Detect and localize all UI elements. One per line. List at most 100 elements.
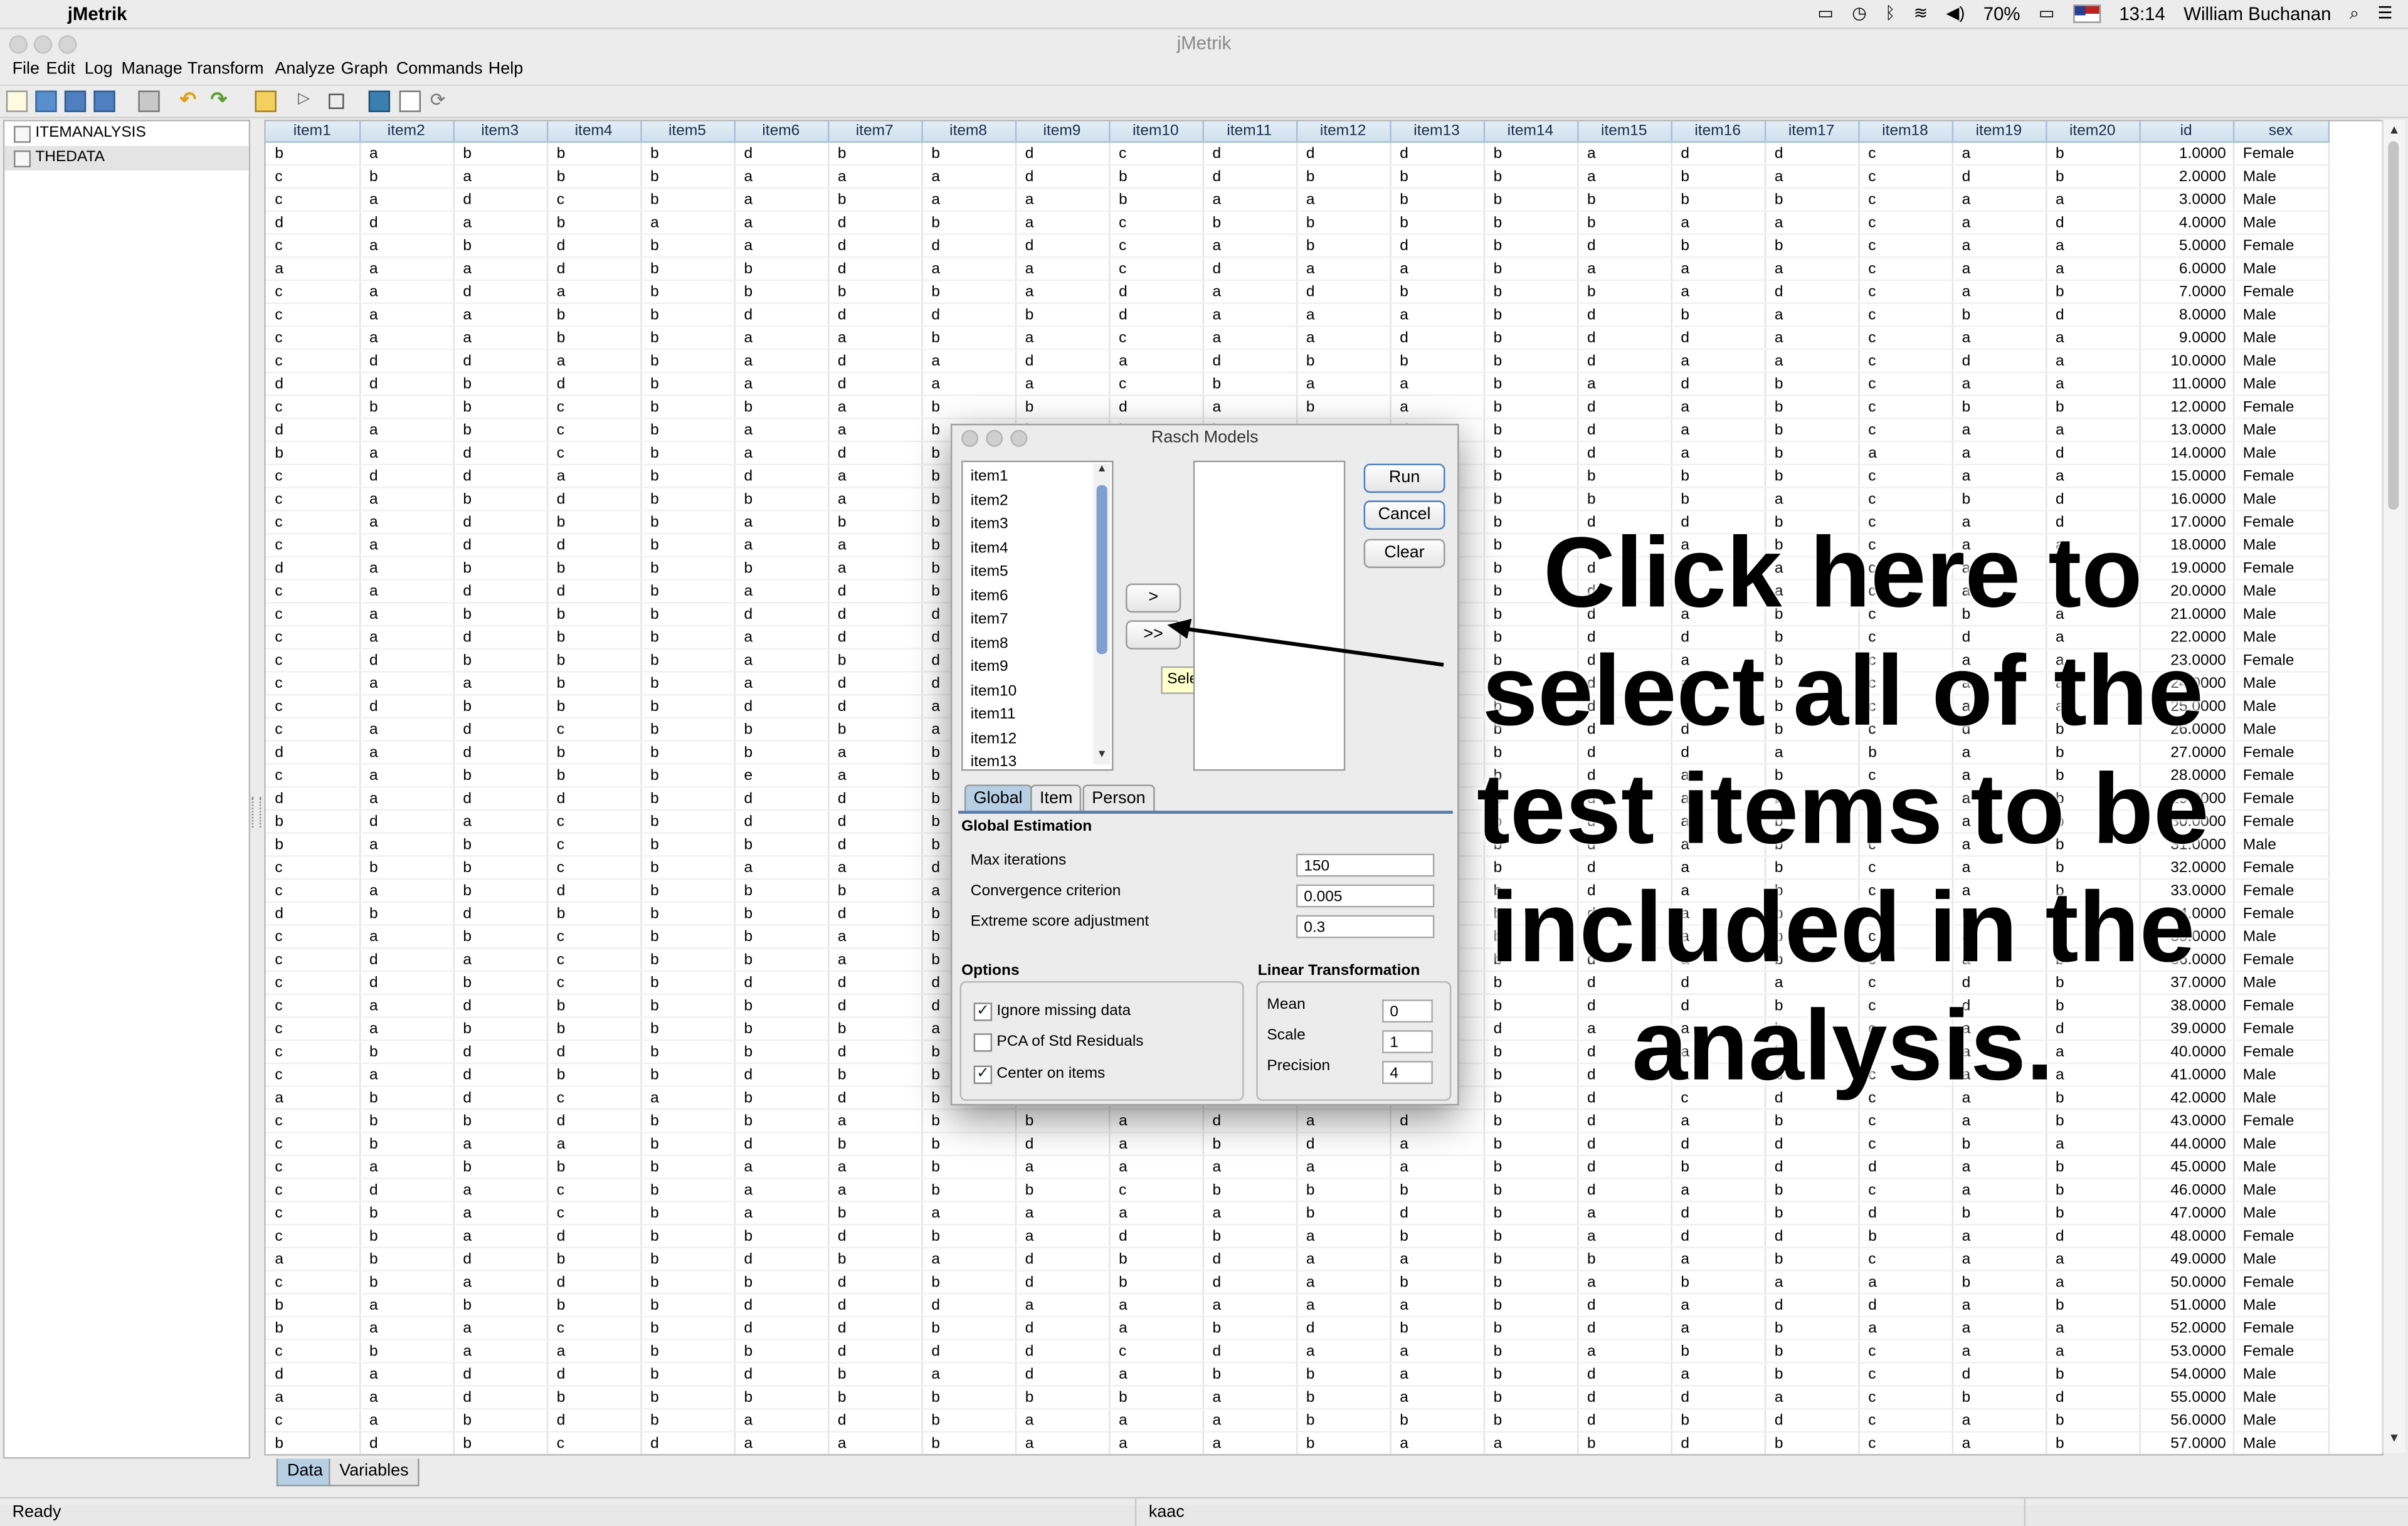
table-cell[interactable]: 9.0000 (2139, 326, 2234, 350)
table-cell[interactable]: b (640, 326, 735, 350)
max-iterations-field[interactable]: 150 (1296, 853, 1435, 877)
table-cell[interactable]: c (1858, 372, 1953, 396)
image-icon[interactable] (368, 90, 391, 112)
table-cell[interactable]: Male (2232, 1086, 2329, 1110)
table-cell[interactable]: b (921, 1270, 1017, 1295)
table-cell[interactable]: b (921, 142, 1017, 166)
table-cell[interactable]: b (828, 717, 922, 742)
table-cell[interactable]: b (640, 1339, 735, 1364)
table-cell[interactable]: a (546, 464, 642, 488)
table-cell[interactable]: d (1764, 1155, 1859, 1179)
table-row[interactable]: a a a d b b d a a c d a a b a a a c a a 6.0000 Male (265, 257, 2329, 282)
table-cell[interactable]: c (265, 971, 361, 995)
table-cell[interactable]: a (1951, 1109, 2047, 1134)
pca-residuals-checkbox[interactable] (973, 1033, 993, 1052)
table-cell[interactable]: b (921, 1132, 1017, 1157)
dialog-zoom-button[interactable] (1010, 429, 1028, 447)
table-cell[interactable]: b (1483, 1386, 1578, 1410)
table-cell[interactable]: b (828, 510, 922, 535)
table-cell[interactable]: b (640, 556, 735, 581)
table-cell[interactable]: a (359, 441, 454, 466)
table-cell[interactable]: b (1390, 1178, 1484, 1202)
table-cell[interactable]: 57.0000 (2139, 1431, 2234, 1455)
table-row[interactable]: c a b b b a a b a a a a a b d b d d a b 45.0000 Male (265, 1155, 2329, 1179)
table-cell[interactable]: a (359, 418, 454, 443)
list-item[interactable]: item6 (963, 584, 1112, 608)
table-cell[interactable]: a (359, 740, 454, 765)
table-cell[interactable]: Male (2232, 625, 2329, 650)
column-header[interactable]: item15 (1577, 121, 1672, 143)
table-cell[interactable]: a (1296, 1270, 1391, 1295)
table-cell[interactable]: c (1858, 487, 1953, 512)
table-cell[interactable]: 12.0000 (2139, 395, 2234, 419)
table-cell[interactable]: d (828, 372, 922, 396)
table-cell[interactable]: a (1577, 165, 1672, 189)
table-cell[interactable]: a (828, 856, 922, 880)
table-cell[interactable]: d (1390, 1109, 1484, 1134)
table-cell[interactable]: b (640, 142, 735, 166)
table-cell[interactable]: a (359, 1408, 454, 1433)
table-cell[interactable]: 48.0000 (2139, 1224, 2234, 1249)
table-cell[interactable]: d (828, 695, 922, 719)
table-cell[interactable]: d (453, 1040, 548, 1065)
table-cell[interactable]: d (1764, 1293, 1859, 1318)
table-cell[interactable]: b (1577, 188, 1672, 212)
table-cell[interactable]: a (734, 1155, 829, 1179)
table-cell[interactable]: b (1483, 441, 1578, 466)
column-header[interactable]: item20 (2046, 121, 2140, 143)
table-cell[interactable]: Male (2232, 1386, 2329, 1410)
table-cell[interactable]: Female (2232, 1017, 2329, 1041)
menu-manage[interactable]: Manage (121, 60, 182, 78)
table-cell[interactable]: b (1390, 1408, 1484, 1433)
table-row[interactable]: c b a a b d b b d a b d a b d d d c b a 44.0000 Male (265, 1132, 2329, 1157)
table-cell[interactable]: b (359, 856, 454, 880)
table-cell[interactable]: d (734, 303, 829, 327)
table-cell[interactable]: c (265, 349, 361, 374)
table-cell[interactable]: 47.0000 (2139, 1201, 2234, 1226)
table-cell[interactable]: d (1577, 395, 1672, 419)
table-cell[interactable]: c (546, 1178, 642, 1202)
table-cell[interactable]: Male (2232, 695, 2329, 719)
table-cell[interactable]: b (453, 142, 548, 166)
table-cell[interactable]: a (734, 326, 829, 350)
tab-data[interactable]: Data (276, 1458, 334, 1487)
table-row[interactable]: b d b c d a a b a a a b a a b d b c a b 57.0000 Male (265, 1431, 2329, 1455)
table-cell[interactable]: Female (2232, 809, 2329, 834)
table-cell[interactable]: c (1858, 418, 1953, 443)
table-cell[interactable]: a (2046, 1339, 2140, 1364)
table-cell[interactable]: b (640, 879, 735, 903)
table-cell[interactable]: c (1858, 395, 1953, 419)
table-cell[interactable]: b (2046, 280, 2140, 304)
table-cell[interactable]: c (1858, 349, 1953, 374)
table-cell[interactable]: c (546, 1317, 642, 1340)
table-cell[interactable]: 49.0000 (2139, 1247, 2234, 1271)
table-cell[interactable]: b (640, 464, 735, 488)
table-cell[interactable]: b (1015, 1386, 1110, 1410)
table-cell[interactable]: b (453, 1155, 548, 1179)
table-cell[interactable]: b (1483, 372, 1578, 396)
table-cell[interactable]: b (1764, 1247, 1859, 1271)
table-cell[interactable]: Male (2232, 579, 2329, 604)
scroll-up-icon[interactable]: ▲ (2388, 123, 2400, 137)
table-cell[interactable]: a (2046, 234, 2140, 258)
wifi-icon[interactable]: ≋ (1914, 4, 1928, 23)
table-cell[interactable]: c (546, 971, 642, 995)
table-cell[interactable]: b (1951, 395, 2047, 419)
table-cell[interactable]: d (1202, 165, 1297, 189)
table-cell[interactable]: d (359, 809, 454, 834)
table-cell[interactable]: a (828, 1178, 922, 1202)
table-cell[interactable]: b (453, 764, 548, 788)
table-cell[interactable]: 51.0000 (2139, 1293, 2234, 1318)
table-cell[interactable]: a (1764, 326, 1859, 350)
table-cell[interactable]: Male (2232, 1155, 2329, 1179)
table-cell[interactable]: b (734, 902, 829, 926)
table-cell[interactable]: b (640, 809, 735, 834)
table-cell[interactable]: Female (2232, 1317, 2329, 1340)
table-cell[interactable]: a (1951, 1431, 2047, 1455)
table-cell[interactable]: Male (2232, 1132, 2329, 1157)
column-header[interactable]: item17 (1764, 121, 1859, 143)
table-cell[interactable]: a (1390, 1155, 1484, 1179)
table-cell[interactable]: b (640, 695, 735, 719)
table-cell[interactable]: b (640, 1201, 735, 1226)
table-cell[interactable]: a (1951, 280, 2047, 304)
